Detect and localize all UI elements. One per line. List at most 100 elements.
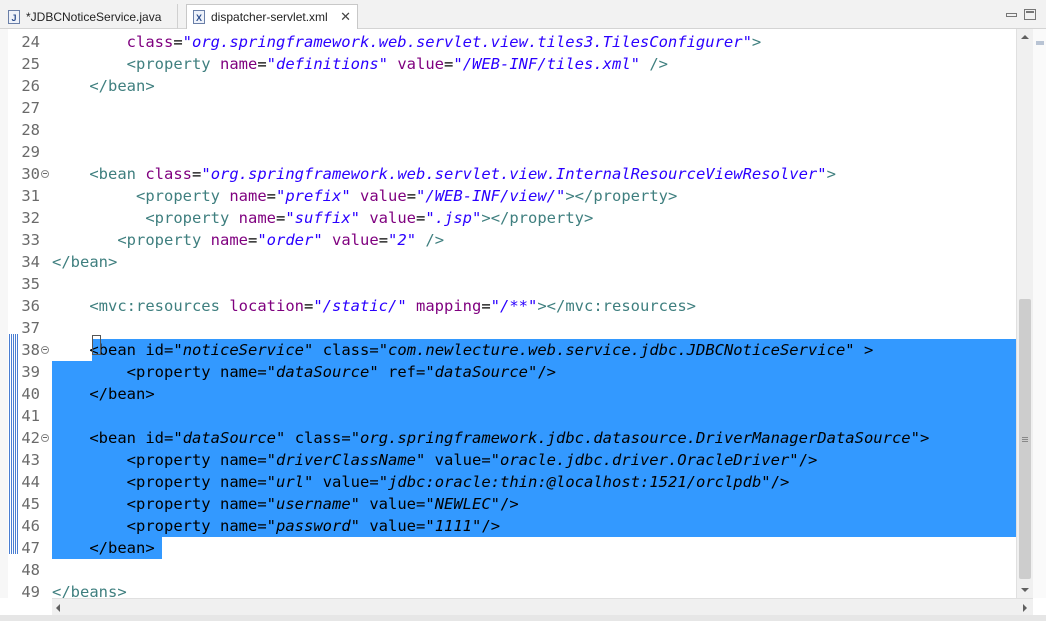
matching-bracket-highlight <box>92 335 101 355</box>
code-line[interactable]: <mvc:resources location="/static/" mappi… <box>52 295 696 317</box>
xml-value-token: "2" <box>388 231 417 249</box>
tab-dispatcher-servlet[interactable]: X dispatcher-servlet.xml ✕ <box>186 4 358 29</box>
xml-attribute-token: class <box>322 341 370 359</box>
tab-jdbc-notice-service[interactable]: J *JDBCNoticeService.java <box>2 4 178 29</box>
overview-annotation-marker[interactable] <box>1036 41 1044 45</box>
editor-tab-bar: J *JDBCNoticeService.java X dispatcher-s… <box>0 0 1046 29</box>
text-token: = <box>192 165 202 183</box>
code-line[interactable]: <property name="dataSource" ref="dataSou… <box>52 361 556 383</box>
xml-value-token: "/WEB-INF/tiles.xml" <box>453 55 640 73</box>
window-controls <box>1006 9 1038 21</box>
xml-attribute-token: class <box>126 33 174 51</box>
xml-value-token: "password" <box>266 517 360 535</box>
fold-collapse-icon[interactable] <box>41 346 49 354</box>
xml-tag-token: /> <box>425 231 445 249</box>
scroll-left-arrow-icon[interactable] <box>56 604 60 612</box>
scroll-right-arrow-icon[interactable] <box>1023 604 1027 612</box>
text-token: = <box>276 209 286 227</box>
code-line[interactable]: </bean> <box>52 383 155 405</box>
code-line[interactable]: <property name="definitions" value="/WEB… <box>52 53 668 75</box>
xml-value-token: ".jsp" <box>425 209 482 227</box>
xml-attribute-token: value <box>369 209 417 227</box>
text-token: = <box>481 451 491 469</box>
code-line[interactable]: <property name="prefix" value="/WEB-INF/… <box>52 185 677 207</box>
xml-attribute-token: id <box>145 429 165 447</box>
code-line[interactable]: </bean> <box>52 75 154 97</box>
xml-tag-token: </bean> <box>89 385 155 403</box>
minimize-icon[interactable] <box>1006 13 1017 17</box>
xml-value-token: "dataSource" <box>425 363 538 381</box>
xml-value-token: "org.springframework.web.servlet.view.In… <box>201 165 827 183</box>
xml-tag-token: <property <box>145 209 230 227</box>
xml-editor-text-area[interactable]: class="org.springframework.web.servlet.v… <box>52 29 1016 598</box>
vertical-scroll-thumb[interactable] <box>1019 299 1031 579</box>
xml-value-token: "noticeService" <box>173 341 314 359</box>
xml-attribute-token: value <box>369 495 417 513</box>
grip-icon <box>1022 437 1028 443</box>
xml-value-token: "prefix" <box>276 187 351 205</box>
xml-tag-token: ></property> <box>481 209 594 227</box>
xml-attribute-token: class <box>145 165 193 183</box>
xml-value-token: "dataSource" <box>266 363 379 381</box>
code-line[interactable]: <bean class="org.springframework.web.ser… <box>52 163 836 185</box>
fold-collapse-icon[interactable] <box>41 170 49 178</box>
xml-tag-token: /> <box>537 363 556 381</box>
text-token: = <box>248 231 258 249</box>
text-token: = <box>406 187 417 205</box>
text-token: = <box>164 429 174 447</box>
xml-attribute-token: name <box>229 187 267 205</box>
xml-tag-token: <bean <box>89 165 136 183</box>
code-line[interactable]: <property name="password" value="1111"/> <box>52 515 500 537</box>
code-line[interactable]: </bean> <box>52 537 154 559</box>
code-line[interactable]: <bean id="noticeService" class="com.newl… <box>52 339 873 361</box>
maximize-icon[interactable] <box>1024 9 1036 20</box>
xml-value-token: "url" <box>266 473 314 491</box>
code-line[interactable]: <bean id="dataSource" class="org.springf… <box>52 427 929 449</box>
overview-ruler[interactable] <box>1033 29 1046 598</box>
code-line[interactable]: <property name="username" value="NEWLEC"… <box>52 493 519 515</box>
code-line[interactable]: </bean> <box>52 251 117 273</box>
vertical-scrollbar[interactable] <box>1016 29 1033 598</box>
fold-collapse-icon[interactable] <box>41 434 49 442</box>
scroll-up-arrow-icon[interactable] <box>1021 35 1029 39</box>
code-line[interactable]: </beans> <box>52 581 127 598</box>
scroll-down-arrow-icon[interactable] <box>1021 588 1029 592</box>
code-line[interactable]: <property name="order" value="2" /> <box>52 229 444 251</box>
code-line[interactable]: <property name="url" value="jdbc:oracle:… <box>52 471 790 493</box>
code-line[interactable]: <property name="suffix" value=".jsp"></p… <box>52 207 593 229</box>
close-icon[interactable]: ✕ <box>340 9 351 25</box>
text-token: = <box>266 187 277 205</box>
xml-attribute-token: name <box>220 55 258 73</box>
horizontal-scrollbar[interactable] <box>52 598 1033 615</box>
xml-value-token: "/WEB-INF/view/" <box>416 187 566 205</box>
code-line[interactable]: class="org.springframework.web.servlet.v… <box>52 31 762 53</box>
xml-tag-token: <property <box>126 451 211 469</box>
selection-ruler-marker <box>9 334 19 554</box>
xml-value-token: "oracle.jdbc.driver.OracleDriver" <box>490 451 799 469</box>
xml-attribute-token: value <box>332 231 379 249</box>
code-line[interactable]: <property name="driverClassName" value="… <box>52 449 818 471</box>
